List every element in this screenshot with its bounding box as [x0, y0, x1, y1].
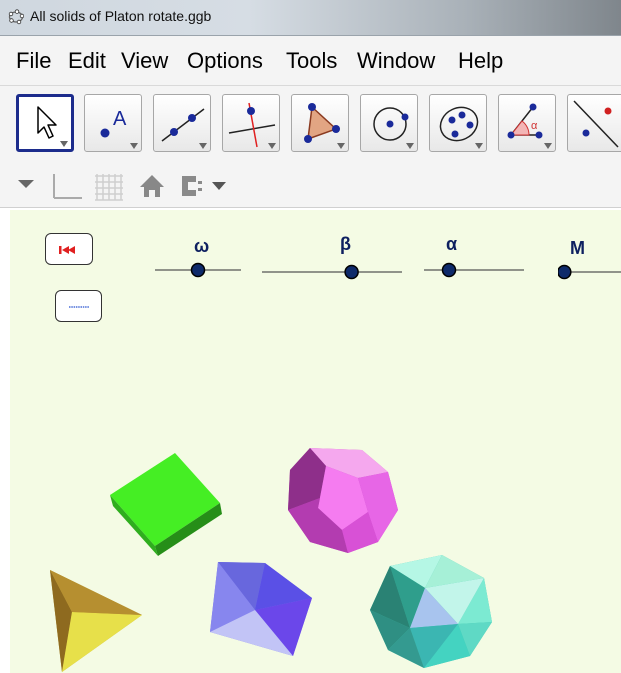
conic-tool-button[interactable]: [429, 94, 487, 152]
reflect-tool-icon: [573, 100, 619, 148]
tool-dropdown-icon: [337, 143, 345, 149]
style-bar: [0, 162, 621, 208]
window-titlebar: All solids of Platon rotate.ggb: [0, 0, 621, 36]
octahedron[interactable]: [210, 562, 312, 656]
point-tool-button[interactable]: A: [84, 94, 142, 152]
tool-dropdown-icon: [60, 141, 68, 147]
solids-canvas: [50, 448, 492, 672]
menu-file[interactable]: File: [16, 48, 51, 74]
tetrahedron[interactable]: [50, 570, 142, 672]
tool-dropdown-icon: [130, 143, 138, 149]
svg-text:A: A: [113, 108, 127, 130]
menu-edit[interactable]: Edit: [68, 48, 106, 74]
polygon-tool-button[interactable]: [291, 94, 349, 152]
geogebra-app-icon: [8, 9, 24, 25]
graphics-view[interactable]: ω β α M: [10, 210, 621, 673]
reflect-tool-button[interactable]: [567, 94, 621, 152]
home-icon[interactable]: [138, 173, 166, 199]
icosahedron[interactable]: [370, 555, 492, 668]
menu-bar: File Edit View Options Tools Window Help: [0, 36, 621, 86]
grid-toggle-icon[interactable]: [94, 172, 124, 202]
tool-dropdown-icon: [475, 143, 483, 149]
circle-tool-button[interactable]: [360, 94, 418, 152]
svg-text:α: α: [531, 120, 538, 132]
cube[interactable]: [110, 453, 222, 556]
tool-dropdown-icon: [199, 143, 207, 149]
left-margin: [0, 210, 10, 673]
axes-toggle-icon[interactable]: [48, 172, 84, 202]
line-tool-button[interactable]: [153, 94, 211, 152]
point-capturing-icon[interactable]: [176, 172, 234, 200]
move-tool-button[interactable]: [16, 94, 74, 152]
toolbar: A α: [0, 86, 621, 162]
perpendicular-line-tool-button[interactable]: [222, 94, 280, 152]
angle-tool-button[interactable]: α: [498, 94, 556, 152]
tool-dropdown-icon: [544, 143, 552, 149]
collapse-stylebar-icon[interactable]: [16, 174, 38, 196]
menu-view[interactable]: View: [121, 48, 168, 74]
window-title: All solids of Platon rotate.ggb: [30, 8, 212, 24]
menu-options[interactable]: Options: [187, 48, 263, 74]
tool-dropdown-icon: [406, 143, 414, 149]
menu-tools[interactable]: Tools: [286, 48, 337, 74]
tool-dropdown-icon: [268, 143, 276, 149]
menu-window[interactable]: Window: [357, 48, 435, 74]
dodecahedron[interactable]: [288, 448, 398, 553]
menu-help[interactable]: Help: [458, 48, 503, 74]
